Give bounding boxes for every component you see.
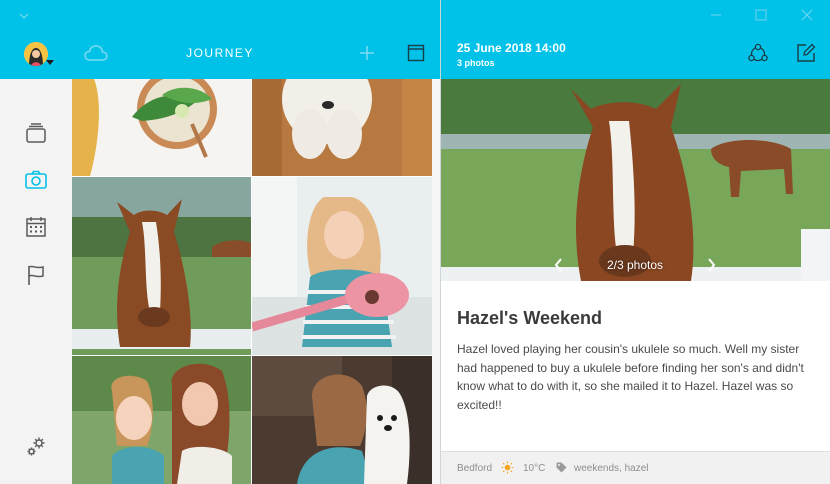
previous-photo-icon[interactable] <box>552 257 566 273</box>
photo-tile-dog[interactable] <box>252 79 432 176</box>
ukulele-photo-image <box>252 177 432 355</box>
layout-toggle-icon[interactable] <box>407 44 425 62</box>
entry-title: Hazel's Weekend <box>457 308 603 328</box>
family-photo-image <box>72 356 251 484</box>
photo-counter: 2/3 photos <box>606 258 664 272</box>
edit-icon[interactable] <box>796 43 816 63</box>
cloud-sync-icon[interactable] <box>83 43 109 63</box>
minimize-icon[interactable] <box>709 8 723 22</box>
calendar-icon[interactable] <box>24 215 48 239</box>
hug-photo-image <box>252 356 432 484</box>
photo-tile-family[interactable] <box>72 356 251 484</box>
grid-scrollbar[interactable] <box>432 79 440 484</box>
entry-body: Hazel loved playing her cousin's ukulele… <box>457 342 804 412</box>
entry-tags[interactable]: weekends, hazel <box>574 463 649 474</box>
drink-photo-image <box>72 79 251 176</box>
chevron-down-icon[interactable] <box>16 8 32 24</box>
entry-temperature: 10°C <box>523 463 546 474</box>
maximize-icon[interactable] <box>755 9 767 21</box>
entry-hero-image <box>441 79 830 281</box>
avatar[interactable] <box>24 42 48 66</box>
photo-tile-hug[interactable] <box>252 356 432 484</box>
entry-location[interactable]: Bedford <box>457 463 492 474</box>
photo-tile-horse[interactable] <box>72 177 251 355</box>
add-entry-icon[interactable] <box>358 44 376 62</box>
tag-icon <box>556 462 567 473</box>
sun-icon <box>501 461 514 474</box>
entry-photo-viewer <box>441 79 830 281</box>
timeline-header <box>0 0 440 79</box>
photo-tile-drink[interactable] <box>72 79 251 176</box>
share-icon[interactable] <box>747 43 769 65</box>
flag-icon[interactable] <box>24 263 48 287</box>
avatar-face-icon <box>24 42 48 66</box>
account-menu-caret-icon[interactable] <box>46 60 54 66</box>
entry-date: 25 June 2018 14:00 <box>457 41 566 55</box>
entry-photo-count: 3 photos <box>457 58 495 68</box>
dog-photo-image <box>252 79 432 176</box>
app-title: JOURNEY <box>186 46 254 60</box>
photo-grid <box>72 79 432 484</box>
camera-icon[interactable] <box>24 168 48 192</box>
settings-gear-icon[interactable] <box>24 435 48 459</box>
entry-header <box>441 0 830 79</box>
stack-icon[interactable] <box>24 121 48 145</box>
next-photo-icon[interactable] <box>704 257 718 273</box>
photo-tile-ukulele[interactable] <box>252 177 432 355</box>
close-icon[interactable] <box>801 9 813 21</box>
horse-photo-image <box>72 177 251 355</box>
